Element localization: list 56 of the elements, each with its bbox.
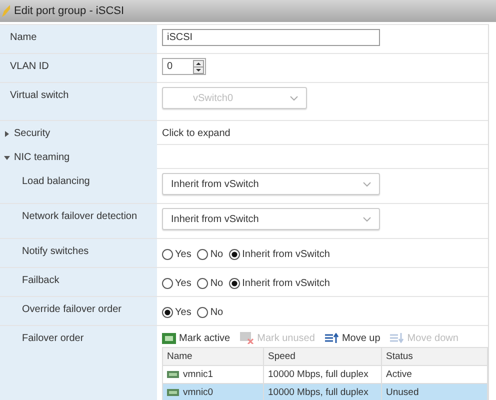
field-label: Load balancing [22,176,90,187]
field-label: Virtual switch [10,90,69,101]
radio-button[interactable] [229,278,240,288]
toolbar-button[interactable]: Move up [324,332,380,344]
radio-label[interactable]: Inherit from vSwitch [242,248,330,260]
collapsed-triangle-icon[interactable] [4,130,10,136]
field-label: Failback [22,275,60,286]
field-label: Security [14,128,50,139]
field-label: Override failover order [22,304,122,315]
radio-button[interactable] [197,278,208,288]
field-label: NIC teaming [14,152,70,163]
radio-button[interactable] [162,278,173,288]
chevron-icon [363,216,371,222]
table-cell: vmnic1 [183,369,214,380]
radio-button[interactable] [197,248,208,260]
column-header[interactable]: Status [381,348,487,365]
name-field[interactable]: iSCSI [162,29,380,46]
column-header[interactable]: Name [163,348,263,365]
field-label: Name [10,32,37,43]
field-label: VLAN ID [10,61,49,72]
radio-button[interactable] [162,248,173,260]
radio-button[interactable] [229,248,240,260]
list-up-arrow-icon [324,333,339,343]
table-cell: vmnic0 [183,387,214,398]
radio-label[interactable]: Yes [175,306,192,318]
chevron-icon [363,182,371,186]
network-card-x-icon [240,332,254,344]
vlan-id-spinner[interactable]: 0 [162,58,206,75]
radio-label[interactable]: Yes [175,278,192,288]
table-cell: 10000 Mbps, full duplex [263,384,381,400]
window-title: Edit port group - iSCSI [14,5,124,17]
radio-label[interactable]: No [210,306,224,318]
network-card-icon [162,332,176,344]
dropdown[interactable]: Inherit from vSwitch [162,173,380,195]
field-label: Network failover detection [22,211,138,222]
table-cell: Unused [381,384,487,400]
network-card-icon [167,371,179,378]
radio-label[interactable]: No [210,248,224,260]
field-label: Failover order [22,333,84,344]
chevron-icon [290,96,298,100]
radio-button[interactable] [197,306,208,318]
radio-button[interactable] [162,306,173,318]
toolbar-button[interactable]: Mark active [162,332,230,344]
radio-label[interactable]: Inherit from vSwitch [242,278,330,288]
network-card-icon [167,389,179,396]
expand-hint[interactable]: Click to expand [162,128,483,139]
table-row[interactable]: vmnic0 10000 Mbps, full duplex Unused [163,383,487,400]
field-label: Notify switches [22,246,89,257]
radio-label[interactable]: No [210,278,224,288]
dropdown[interactable]: Inherit from vSwitch [162,208,380,230]
radio-label[interactable]: Yes [175,248,192,260]
pencil-icon [2,5,10,17]
list-down-arrow-icon [390,333,404,343]
column-header[interactable]: Speed [263,348,381,365]
expanded-triangle-icon[interactable] [4,154,10,160]
spinner-arrows-icon[interactable] [193,60,204,74]
